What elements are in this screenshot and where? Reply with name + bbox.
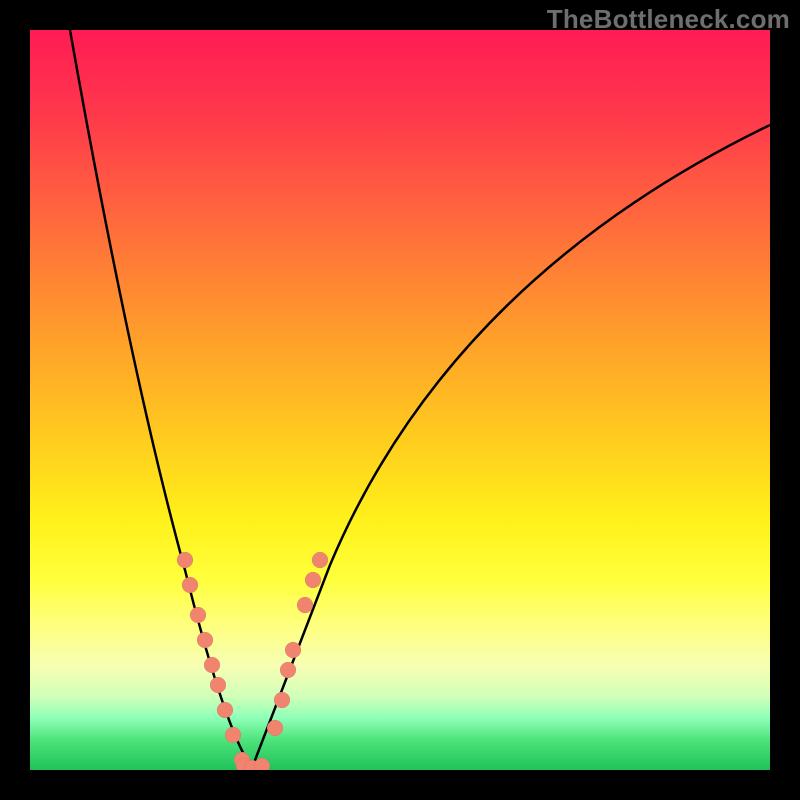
data-point (267, 720, 283, 736)
data-point (225, 727, 241, 743)
data-point (285, 642, 301, 658)
data-point (210, 677, 226, 693)
data-point (305, 572, 321, 588)
chart-stage: TheBottleneck.com (0, 0, 800, 800)
data-point (274, 692, 290, 708)
data-point (297, 597, 313, 613)
data-point (312, 552, 328, 568)
data-point (177, 552, 193, 568)
watermark-text: TheBottleneck.com (547, 4, 790, 35)
data-point (190, 607, 206, 623)
data-point (197, 632, 213, 648)
curve-left (70, 30, 252, 768)
chart-dots (177, 552, 328, 770)
data-point (217, 702, 233, 718)
curve-right (252, 125, 770, 768)
chart-svg (30, 30, 770, 770)
data-point (280, 662, 296, 678)
chart-plot-area (30, 30, 770, 770)
data-point (204, 657, 220, 673)
data-point (182, 577, 198, 593)
